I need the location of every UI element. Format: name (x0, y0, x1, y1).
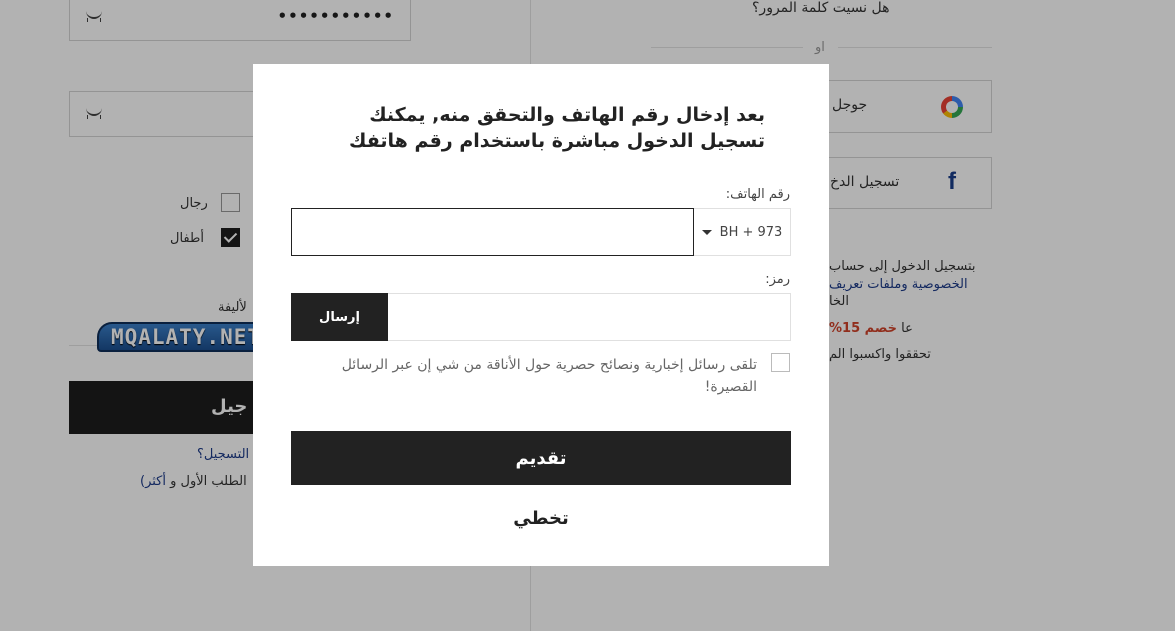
phone-verification-modal: بعد إدخال رقم الهاتف والتحقق منه, يمكنك … (253, 64, 829, 566)
code-label: رمز: (765, 272, 790, 287)
skip-button[interactable]: تخطي (291, 501, 791, 535)
newsletter-label: تلقى رسائل إخبارية ونصائح حصرية حول الأن… (341, 357, 757, 395)
phone-input[interactable] (291, 208, 694, 256)
send-code-button[interactable]: إرسال (291, 293, 388, 341)
newsletter-checkbox[interactable] (771, 353, 790, 372)
phone-label: رقم الهاتف: (725, 187, 790, 202)
code-input[interactable] (388, 294, 790, 340)
modal-title: بعد إدخال رقم الهاتف والتحقق منه, يمكنك … (349, 104, 765, 152)
phone-field-group: BH + 973 (291, 208, 791, 256)
country-code-select[interactable]: BH + 973 (694, 209, 790, 255)
submit-button[interactable]: تقديم (291, 431, 791, 485)
country-code-value: BH + 973 (719, 224, 783, 240)
caret-down-icon (701, 229, 712, 235)
code-field-group: إرسال (291, 293, 791, 341)
